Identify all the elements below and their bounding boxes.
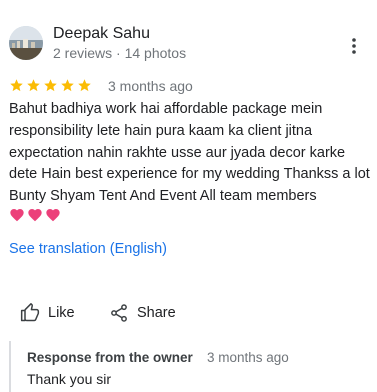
heart-icon: [46, 209, 60, 222]
review-date: 3 months ago: [108, 78, 193, 94]
more-vert-icon: [352, 38, 356, 54]
share-label: Share: [137, 305, 176, 321]
share-button[interactable]: Share: [109, 302, 176, 324]
thumb-up-icon: [20, 303, 40, 322]
owner-response-label: Response from the owner: [27, 350, 193, 365]
star-icon: [10, 79, 23, 92]
star-icon: [44, 79, 57, 92]
share-icon: [111, 304, 127, 322]
heart-icon: [10, 209, 24, 222]
see-translation-link[interactable]: See translation (English): [9, 241, 167, 257]
star-icon: [27, 79, 40, 92]
star-rating: [9, 78, 92, 93]
like-button[interactable]: Like: [20, 302, 75, 324]
avatar[interactable]: [9, 26, 43, 60]
reviewer-name[interactable]: Deepak Sahu: [53, 25, 150, 43]
owner-response: Response from the owner 3 months ago Tha…: [9, 341, 377, 392]
owner-response-text: Thank you sir: [27, 371, 112, 387]
reviewer-meta: 2 reviews · 14 photos: [53, 45, 187, 61]
star-icon: [78, 79, 91, 92]
more-options-button[interactable]: [342, 35, 366, 57]
review-text: Bahut badhiya work hai affordable packag…: [9, 101, 370, 205]
like-label: Like: [48, 305, 75, 321]
review-card: Deepak Sahu 2 reviews · 14 photos 3 mont…: [0, 0, 377, 392]
star-icon: [61, 79, 74, 92]
owner-response-date: 3 months ago: [207, 350, 289, 365]
heart-emojis: [9, 207, 61, 223]
heart-icon: [28, 209, 42, 222]
